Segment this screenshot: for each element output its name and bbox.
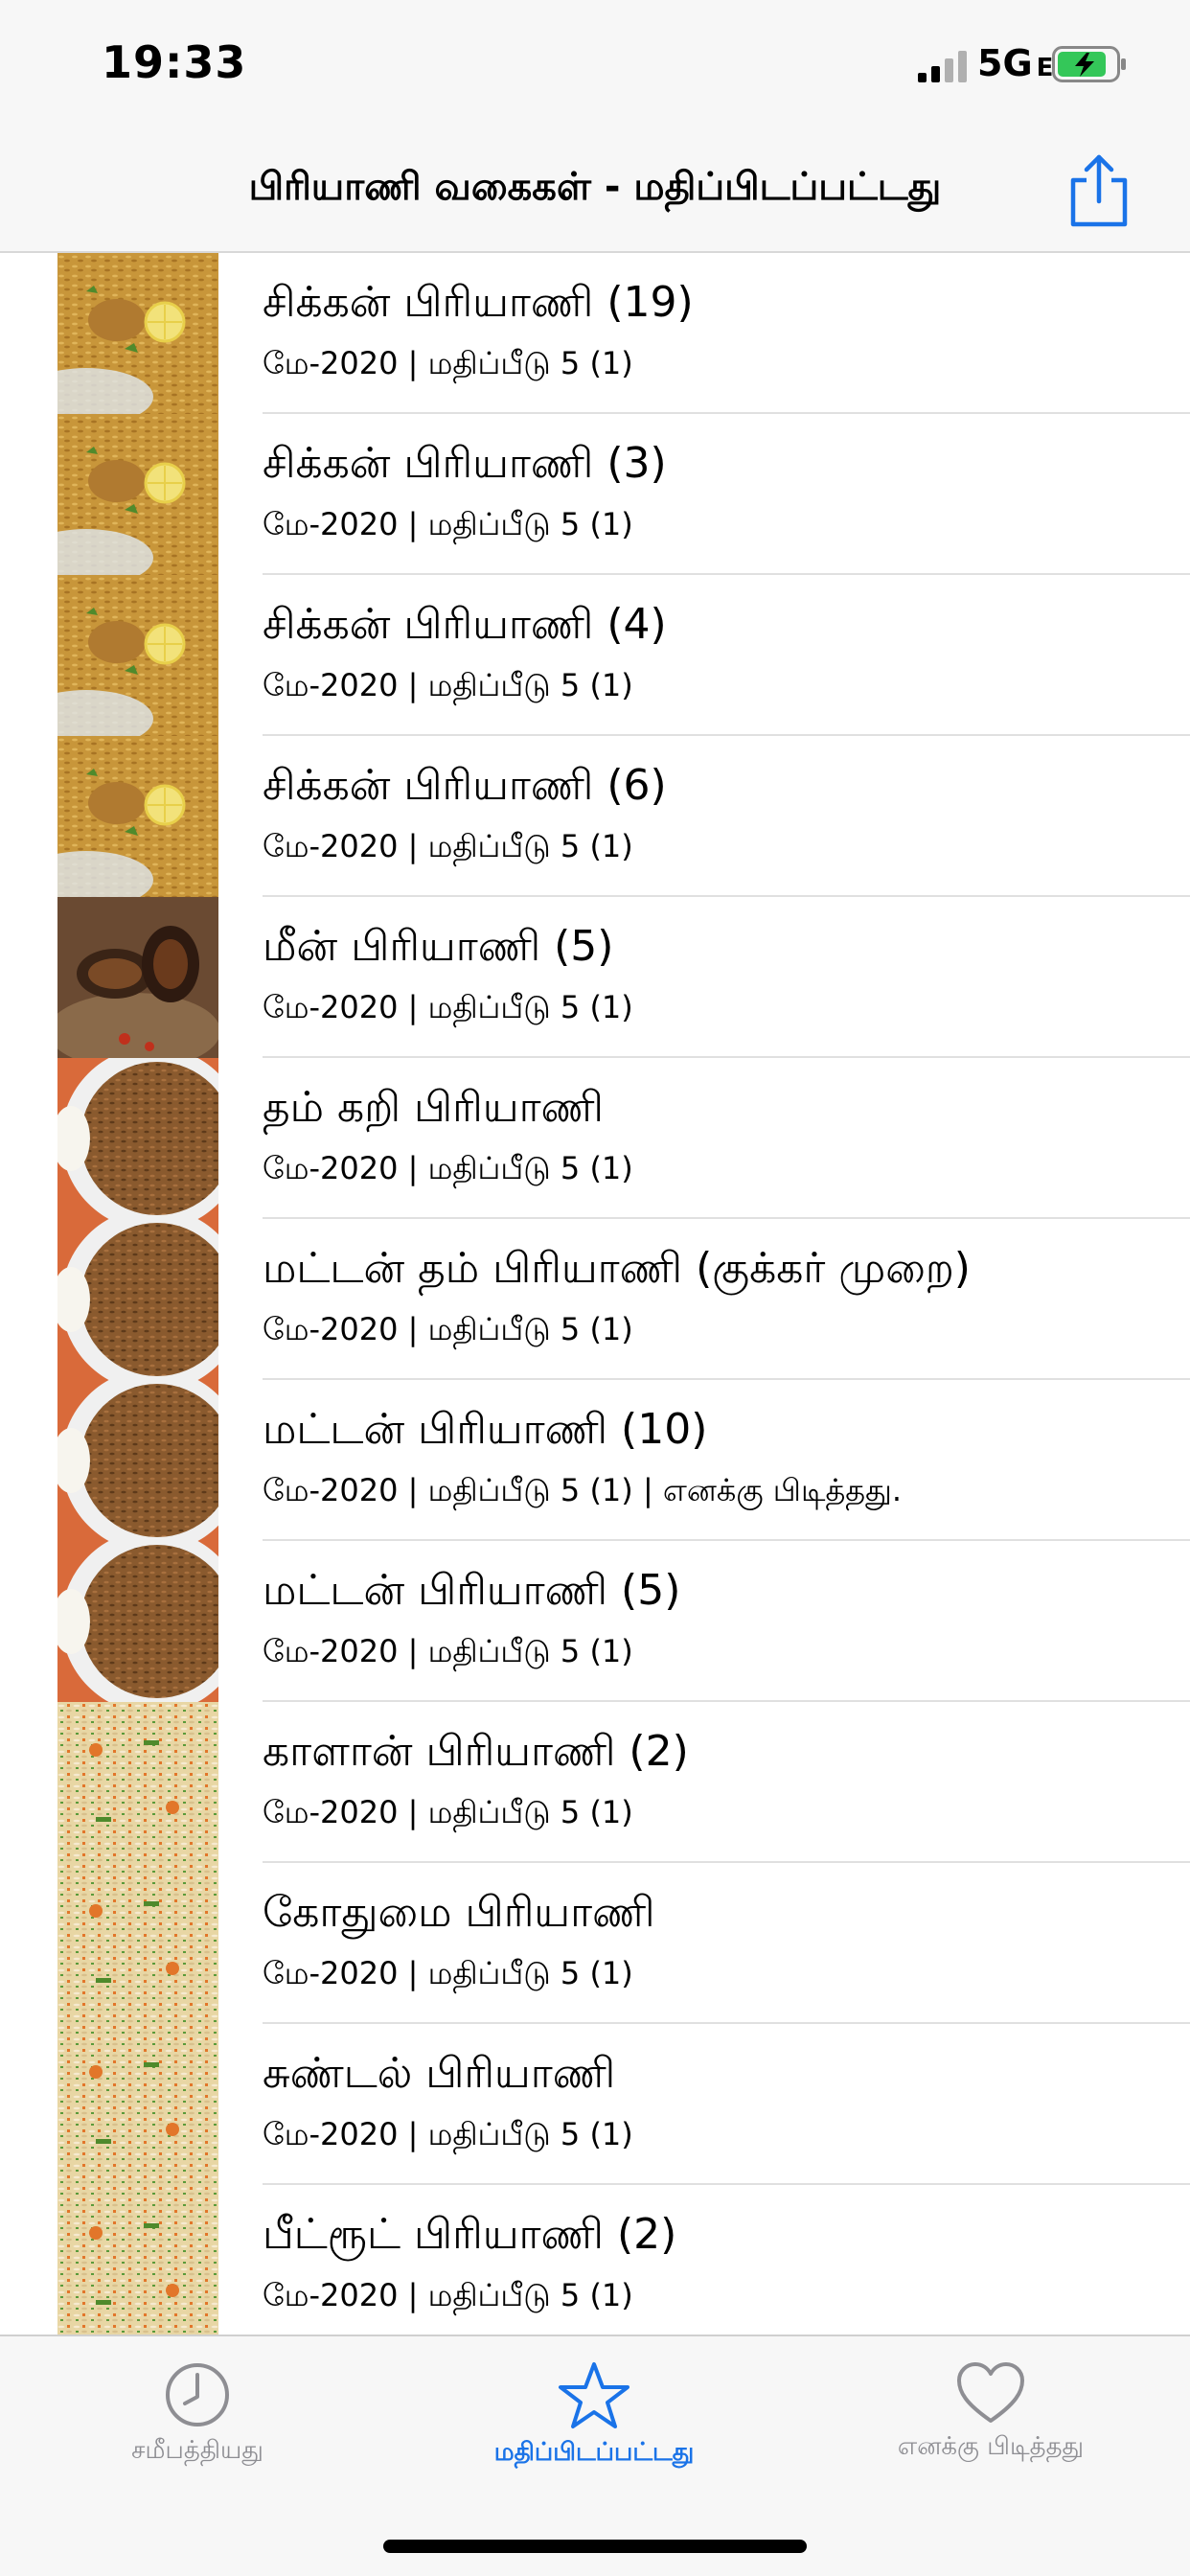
recipe-title: சிக்கன் பிரியாணி (3) <box>263 439 667 488</box>
list-item[interactable]: மீன் பிரியாணி (5) மே-2020 | மதிப்பீடு 5 (… <box>0 897 1190 1058</box>
recipe-subtitle: மே-2020 | மதிப்பீடு 5 (1) <box>263 1955 633 1991</box>
clock-icon <box>166 2363 229 2426</box>
tab-rated[interactable]: மதிப்பிடப்பட்டது <box>450 2361 738 2470</box>
recipe-thumbnail <box>57 1058 218 1219</box>
tab-rated-label: மதிப்பிடப்பட்டது <box>493 2438 695 2467</box>
list-item[interactable]: சிக்கன் பிரியாணி (4) மே-2020 | மதிப்பீடு … <box>0 575 1190 736</box>
list-item[interactable]: தம் கறி பிரியாணி மே-2020 | மதிப்பீடு 5 (1… <box>0 1058 1190 1219</box>
navigation-bar: பிரியாணி வகைகள் - மதிப்பிடப்பட்டது <box>0 126 1190 253</box>
heart-icon <box>957 2362 1024 2423</box>
star-icon <box>559 2362 629 2428</box>
status-bar: 19:33 5G E <box>0 0 1190 126</box>
recipe-thumbnail <box>57 1863 218 2024</box>
list-item[interactable]: சிக்கன் பிரியாணி (6) மே-2020 | மதிப்பீடு … <box>0 736 1190 897</box>
recipe-list[interactable]: சிக்கன் பிரியாணி (19) மே-2020 | மதிப்பீடு… <box>0 253 1190 2334</box>
recipe-title: சிக்கன் பிரியாணி (19) <box>263 278 694 327</box>
recipe-title: மட்டன் பிரியாணி (5) <box>263 1566 681 1615</box>
recipe-title: மீன் பிரியாணி (5) <box>263 922 614 971</box>
network-type: 5G E <box>977 42 1053 84</box>
recipe-title: தம் கறி பிரியாணி <box>263 1083 604 1132</box>
list-item[interactable]: பீட்ரூட் பிரியாணி (2) மே-2020 | மதிப்பீடு… <box>0 2185 1190 2334</box>
recipe-thumbnail <box>57 414 218 575</box>
recipe-subtitle: மே-2020 | மதிப்பீடு 5 (1) <box>263 989 633 1025</box>
recipe-subtitle: மே-2020 | மதிப்பீடு 5 (1) <box>263 2277 633 2313</box>
recipe-thumbnail <box>57 1219 218 1380</box>
recipe-title: சிக்கன் பிரியாணி (6) <box>263 761 667 810</box>
tab-favorites-label: எனக்கு பிடித்தது <box>897 2432 1085 2461</box>
recipe-title: மட்டன் பிரியாணி (10) <box>263 1405 708 1454</box>
recipe-thumbnail <box>57 1702 218 1863</box>
battery-icon <box>1052 46 1126 82</box>
list-item[interactable]: சுண்டல் பிரியாணி மே-2020 | மதிப்பீடு 5 (1… <box>0 2024 1190 2185</box>
recipe-subtitle: மே-2020 | மதிப்பீடு 5 (1) <box>263 506 633 542</box>
recipe-subtitle: மே-2020 | மதிப்பீடு 5 (1) <box>263 1311 633 1347</box>
network-label: 5G <box>977 42 1033 84</box>
list-item[interactable]: மட்டன் பிரியாணி (10) மே-2020 | மதிப்பீடு … <box>0 1380 1190 1541</box>
tab-recent-label: சமீபத்தியது <box>131 2436 263 2465</box>
recipe-subtitle: மே-2020 | மதிப்பீடு 5 (1) | எனக்கு பிடித… <box>263 1472 903 1508</box>
network-suffix: E <box>1036 54 1054 82</box>
recipe-title: கோதுமை பிரியாணி <box>263 1888 655 1937</box>
page-title: பிரியாணி வகைகள் - மதிப்பிடப்பட்டது <box>248 165 942 209</box>
recipe-subtitle: மே-2020 | மதிப்பீடு 5 (1) <box>263 1150 633 1186</box>
recipe-subtitle: மே-2020 | மதிப்பீடு 5 (1) <box>263 2116 633 2152</box>
list-item[interactable]: மட்டன் தம் பிரியாணி (குக்கர் முறை) மே-202… <box>0 1219 1190 1380</box>
list-item[interactable]: கோதுமை பிரியாணி மே-2020 | மதிப்பீடு 5 (1) <box>0 1863 1190 2024</box>
status-time: 19:33 <box>102 36 247 88</box>
recipe-subtitle: மே-2020 | மதிப்பீடு 5 (1) <box>263 828 633 864</box>
list-item[interactable]: சிக்கன் பிரியாணி (3) மே-2020 | மதிப்பீடு … <box>0 414 1190 575</box>
recipe-thumbnail <box>57 253 218 414</box>
cellular-signal-icon <box>918 51 967 82</box>
recipe-subtitle: மே-2020 | மதிப்பீடு 5 (1) <box>263 345 633 381</box>
recipe-thumbnail <box>57 736 218 897</box>
recipe-thumbnail <box>57 2185 218 2334</box>
recipe-subtitle: மே-2020 | மதிப்பீடு 5 (1) <box>263 1794 633 1830</box>
list-item[interactable]: காளான் பிரியாணி (2) மே-2020 | மதிப்பீடு 5… <box>0 1702 1190 1863</box>
recipe-subtitle: மே-2020 | மதிப்பீடு 5 (1) <box>263 667 633 703</box>
tab-favorites[interactable]: எனக்கு பிடித்தது <box>847 2361 1134 2464</box>
recipe-thumbnail <box>57 575 218 736</box>
recipe-title: மட்டன் தம் பிரியாணி (குக்கர் முறை) <box>263 1244 971 1293</box>
share-icon[interactable] <box>1065 151 1133 228</box>
recipe-title: காளான் பிரியாணி (2) <box>263 1727 689 1776</box>
recipe-subtitle: மே-2020 | மதிப்பீடு 5 (1) <box>263 1633 633 1669</box>
recipe-title: பீட்ரூட் பிரியாணி (2) <box>263 2210 677 2259</box>
recipe-thumbnail <box>57 897 218 1058</box>
recipe-thumbnail <box>57 2024 218 2185</box>
recipe-title: சுண்டல் பிரியாணி <box>263 2049 616 2098</box>
tab-bar: சமீபத்தியது மதிப்பிடப்பட்டது எனக்கு பிடி… <box>0 2334 1190 2576</box>
recipe-title: சிக்கன் பிரியாணி (4) <box>263 600 667 649</box>
recipe-thumbnail <box>57 1541 218 1702</box>
tab-recent[interactable]: சமீபத்தியது <box>54 2361 341 2468</box>
recipe-thumbnail <box>57 1380 218 1541</box>
list-item[interactable]: சிக்கன் பிரியாணி (19) மே-2020 | மதிப்பீடு… <box>0 253 1190 414</box>
home-indicator <box>383 2540 807 2553</box>
list-item[interactable]: மட்டன் பிரியாணி (5) மே-2020 | மதிப்பீடு 5… <box>0 1541 1190 1702</box>
